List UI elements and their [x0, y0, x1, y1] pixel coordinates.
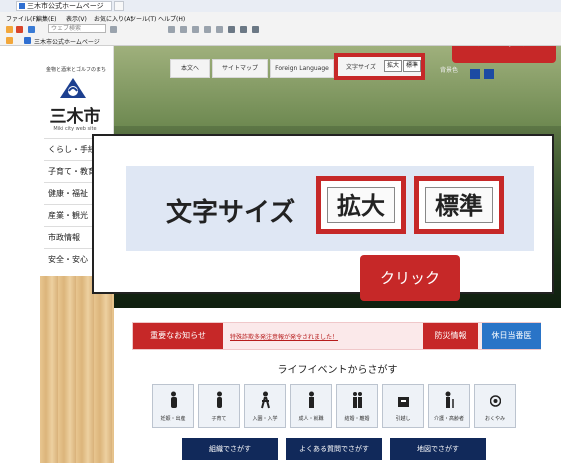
toolbar-row: ウェブ検索 — [0, 23, 561, 35]
page-icon[interactable] — [168, 26, 175, 33]
menu-view[interactable]: 表示(V) — [66, 14, 87, 23]
important-notice-bar: 重要なお知らせ 特殊詐欺多発注意報が発令されました！ 防災情報 休日当番医 — [132, 322, 541, 350]
web-page: 金物と酒米とゴルフのまち 三木市 Miki city web site くらし・… — [0, 46, 561, 463]
menu-bar: ファイル(F) 編集(E) 表示(V) お気に入り(A) ツール(T) ヘルプ(… — [0, 12, 561, 23]
zoom-large-button[interactable]: 拡大 — [316, 176, 406, 234]
site-logo-text[interactable]: 三木市 — [36, 102, 114, 127]
life-event-childcare[interactable]: 子育て — [198, 384, 240, 428]
condolence-icon — [490, 395, 501, 407]
browser-tab[interactable]: 三木市公式ホームページ — [16, 1, 112, 11]
zoom-large-label: 拡大 — [327, 187, 395, 223]
zoom-standard-button[interactable]: 標準 — [414, 176, 504, 234]
menu-help[interactable]: ヘルプ(H) — [158, 14, 185, 23]
click-callout-bottom: クリック — [360, 255, 460, 301]
skip-to-content-link[interactable]: 本文へ — [170, 59, 210, 78]
elderly-icon — [445, 391, 454, 408]
menu-file[interactable]: ファイル(F) — [6, 14, 38, 23]
foreign-language-link[interactable]: Foreign Language — [270, 59, 334, 78]
life-events-title: ライフイベントからさがす — [277, 365, 398, 376]
print-icon[interactable] — [228, 26, 235, 33]
site-favicon-icon — [19, 3, 25, 9]
font-size-label: 文字サイズ — [346, 64, 376, 71]
color-blue-button[interactable] — [470, 69, 480, 79]
marriage-icon — [353, 392, 362, 408]
zoom-font-size-area: 文字サイズ 拡大 標準 — [126, 166, 534, 251]
copy-icon[interactable] — [180, 26, 187, 33]
font-size-standard-button[interactable]: 標準 — [403, 60, 421, 72]
disaster-info-button[interactable]: 防災情報 — [423, 323, 478, 349]
adult-icon — [309, 391, 314, 408]
moving-box-icon — [398, 397, 409, 407]
refresh-icon[interactable] — [28, 26, 35, 33]
search-by-organization-button[interactable]: 組織でさがす — [182, 438, 278, 460]
zoom-standard-label: 標準 — [425, 187, 493, 223]
life-event-adult[interactable]: 成人・就職 — [290, 384, 332, 428]
favorite-link[interactable]: 三木市公式ホームページ — [34, 37, 100, 46]
life-event-elderly[interactable]: 介護・高齢者 — [428, 384, 470, 428]
zoom-callout-panel: 文字サイズ 拡大 標準 — [92, 134, 554, 294]
tab-bar: 三木市公式ホームページ — [0, 0, 561, 12]
font-size-large-button[interactable]: 拡大 — [384, 60, 402, 72]
favorites-bar: 三木市公式ホームページ — [0, 35, 561, 46]
wood-texture — [40, 266, 114, 463]
site-subtitle: Miki city web site — [53, 126, 97, 132]
favorite-site-icon — [24, 37, 31, 44]
font-size-control: 文字サイズ 拡大 標準 — [334, 53, 425, 80]
zoom-font-size-label: 文字サイズ — [166, 198, 296, 228]
site-tagline: 金物と酒米とゴルフのまち — [45, 67, 106, 73]
background-color-label: 背景色 — [439, 67, 458, 74]
notice-link[interactable]: 特殊詐欺多発注意報が発令されました！ — [230, 332, 338, 341]
home-icon[interactable] — [16, 26, 23, 33]
browser-chrome: 三木市公式ホームページ ファイル(F) 編集(E) 表示(V) お気に入り(A)… — [0, 0, 561, 46]
school-icon — [261, 391, 270, 409]
life-event-marriage[interactable]: 結婚・離婚 — [336, 384, 378, 428]
search-by-map-button[interactable]: 地図でさがす — [390, 438, 486, 460]
bookmark-icon[interactable] — [216, 26, 223, 33]
click-callout-top: クリック — [452, 46, 556, 63]
menu-favorites[interactable]: お気に入り(A) — [94, 14, 133, 23]
childcare-icon — [217, 391, 222, 408]
menu-edit[interactable]: 編集(E) — [36, 14, 56, 23]
tab-title: 三木市公式ホームページ — [27, 2, 104, 10]
sitemap-link[interactable]: サイトマップ — [212, 59, 268, 78]
city-emblem-icon[interactable] — [58, 76, 88, 100]
star-icon[interactable] — [6, 26, 13, 33]
search-by-faq-button[interactable]: よくある質問でさがす — [286, 438, 382, 460]
search-go-icon[interactable] — [110, 26, 117, 33]
new-tab-button[interactable] — [114, 1, 124, 11]
pregnancy-icon — [171, 391, 177, 408]
life-event-school[interactable]: 入園・入学 — [244, 384, 286, 428]
paste-icon[interactable] — [192, 26, 199, 33]
favorites-star-icon[interactable] — [6, 37, 13, 44]
mail-icon[interactable] — [240, 26, 247, 33]
important-notice-label: 重要なお知らせ — [133, 323, 223, 349]
tools-icon[interactable] — [252, 26, 259, 33]
life-event-moving[interactable]: 引越し — [382, 384, 424, 428]
search-input[interactable]: ウェブ検索 — [48, 24, 106, 33]
holiday-doctor-button[interactable]: 休日当番医 — [482, 323, 541, 349]
document-icon[interactable] — [204, 26, 211, 33]
life-event-condolence[interactable]: おくやみ — [474, 384, 516, 428]
menu-tools[interactable]: ツール(T) — [130, 14, 156, 23]
color-navy-button[interactable] — [484, 69, 494, 79]
life-event-pregnancy[interactable]: 妊娠・出産 — [152, 384, 194, 428]
